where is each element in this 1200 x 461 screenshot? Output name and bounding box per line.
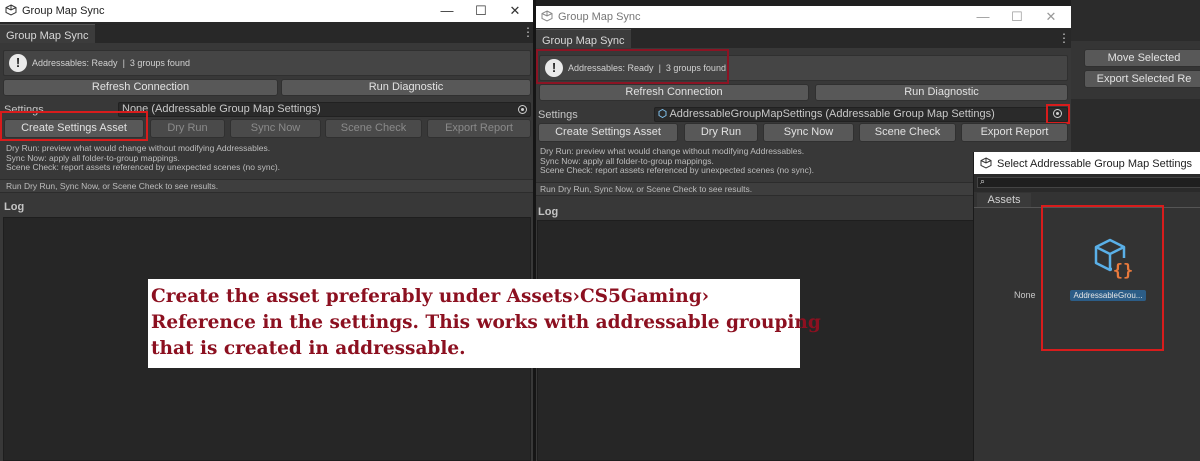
search-icon: ⌕	[980, 176, 986, 186]
highlight-create-settings	[0, 111, 148, 141]
refresh-connection-button[interactable]: Refresh Connection	[3, 79, 278, 96]
exclamation-bubble-icon: !	[9, 54, 27, 72]
left-tabstrip: Group Map Sync ⋮	[0, 22, 534, 43]
export-report-button: Export Report	[427, 119, 531, 138]
settings-field-value: None (Addressable Group Map Settings)	[122, 103, 321, 115]
unity-cube-icon	[980, 157, 992, 169]
result-status-line: Run Dry Run, Sync Now, or Scene Check to…	[0, 179, 533, 193]
window-title: Group Map Sync	[22, 5, 105, 17]
search-input[interactable]: ⌕	[977, 176, 1200, 188]
sync-now-button[interactable]: Sync Now	[763, 123, 854, 142]
highlight-asset-item	[1041, 205, 1164, 351]
scene-check-button: Scene Check	[325, 119, 422, 138]
dry-run-button[interactable]: Dry Run	[684, 123, 758, 142]
dialog-titlebar: Select Addressable Group Map Settings	[974, 152, 1200, 174]
maximize-icon[interactable]: ☐	[464, 0, 498, 22]
run-diagnostic-button[interactable]: Run Diagnostic	[281, 79, 531, 96]
right-tabstrip: Group Map Sync ⋮	[536, 28, 1071, 48]
export-report-button[interactable]: Export Report	[961, 123, 1068, 142]
run-diagnostic-button[interactable]: Run Diagnostic	[815, 84, 1068, 101]
annotation-box: Create the asset preferably under Assets…	[148, 279, 821, 368]
annotation-line-1: Create the asset preferably under Assets…	[151, 286, 710, 307]
left-panel: ! Addressables: Ready | 3 groups found R…	[0, 43, 533, 461]
tab-group-map-sync[interactable]: Group Map Sync	[0, 24, 95, 43]
object-picker-icon[interactable]	[518, 105, 527, 114]
highlight-object-picker	[1046, 104, 1070, 124]
settings-field-value: AddressableGroupMapSettings (Addressable…	[669, 108, 995, 120]
description-text: Dry Run: preview what would change witho…	[540, 146, 815, 175]
log-label: Log	[4, 201, 25, 213]
close-icon[interactable]: ✕	[1034, 6, 1068, 28]
scriptable-object-icon	[658, 108, 667, 119]
create-settings-asset-button[interactable]: Create Settings Asset	[538, 123, 678, 142]
highlight-status-box	[536, 49, 729, 84]
dry-run-button: Dry Run	[150, 119, 225, 138]
log-label: Log	[538, 206, 559, 218]
unity-cube-icon	[541, 10, 553, 22]
tab-assets[interactable]: Assets	[977, 193, 1031, 207]
tab-group-map-sync[interactable]: Group Map Sync	[536, 29, 631, 48]
dialog-title: Select Addressable Group Map Settings	[997, 158, 1193, 170]
window-title: Group Map Sync	[558, 11, 641, 23]
sync-now-button: Sync Now	[230, 119, 321, 138]
minimize-icon[interactable]: —	[430, 0, 464, 22]
object-picker-icon[interactable]	[1053, 109, 1062, 118]
settings-object-field[interactable]: AddressableGroupMapSettings (Addressable…	[654, 107, 1068, 122]
groups-count: 3 groups found	[129, 58, 190, 68]
minimize-icon[interactable]: —	[966, 6, 1000, 28]
settings-object-field[interactable]: None (Addressable Group Map Settings)	[118, 102, 531, 117]
description-text: Dry Run: preview what would change witho…	[6, 143, 281, 172]
select-dialog: Select Addressable Group Map Settings ⌕ …	[973, 152, 1200, 461]
right-window-titlebar: Group Map Sync — ☐ ✕	[536, 6, 1071, 28]
scene-check-button[interactable]: Scene Check	[859, 123, 956, 142]
kebab-menu-icon[interactable]: ⋮	[1058, 32, 1070, 44]
move-selected-button[interactable]: Move Selected	[1084, 49, 1200, 67]
maximize-icon[interactable]: ☐	[1000, 6, 1034, 28]
unity-cube-icon	[5, 4, 17, 16]
status-text: Addressables: Ready	[32, 58, 118, 68]
export-selected-button[interactable]: Export Selected Re	[1084, 70, 1200, 88]
addressables-status-box: ! Addressables: Ready | 3 groups found	[3, 50, 531, 76]
annotation-line-2: Reference in the settings. This works wi…	[151, 312, 821, 333]
left-window-titlebar: Group Map Sync — ☐ ✕	[0, 0, 533, 22]
close-icon[interactable]: ✕	[498, 0, 532, 22]
kebab-menu-icon[interactable]: ⋮	[522, 26, 534, 38]
refresh-connection-button[interactable]: Refresh Connection	[539, 84, 809, 101]
settings-label: Settings	[538, 109, 578, 121]
none-option[interactable]: None	[1014, 290, 1036, 300]
annotation-line-3: that is created in addressable.	[151, 338, 466, 359]
